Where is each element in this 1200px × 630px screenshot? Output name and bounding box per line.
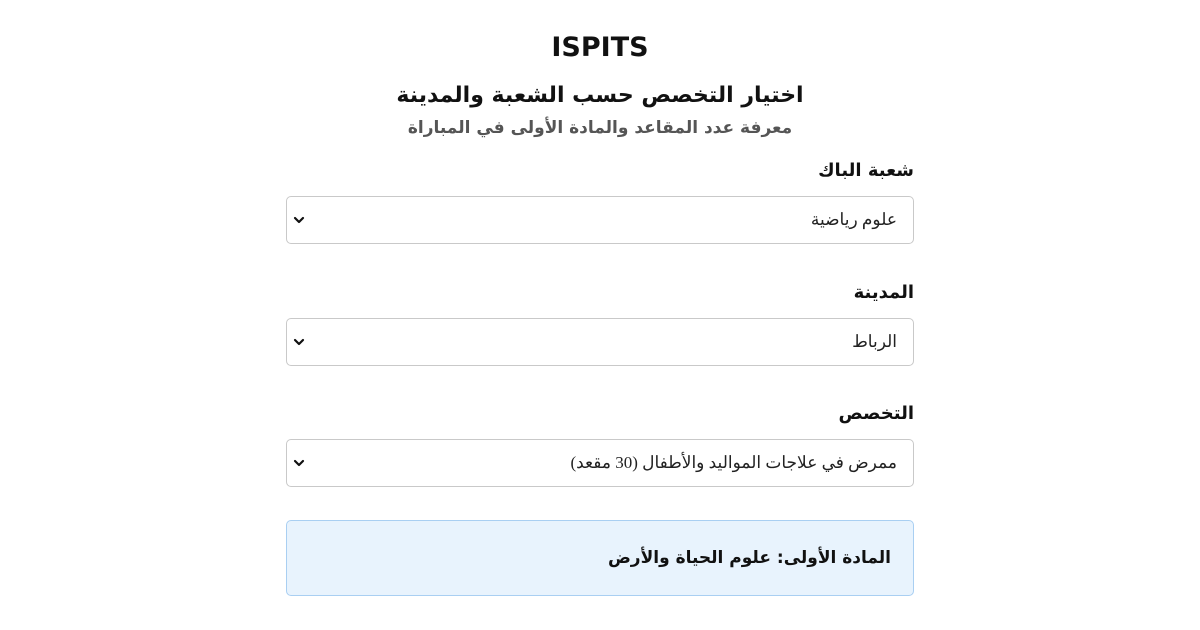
page-heading: اختيار التخصص حسب الشعبة والمدينة: [396, 83, 804, 108]
branch-label: شعبة الباك: [818, 160, 914, 181]
page: ISPITS اختيار التخصص حسب الشعبة والمدينة…: [0, 0, 1200, 630]
page-subheading: معرفة عدد المقاعد والمادة الأولى في المب…: [407, 118, 793, 138]
city-select-value: الرباط: [852, 332, 897, 351]
result-box: المادة الأولى: علوم الحياة والأرض: [286, 520, 914, 596]
city-field-group: المدينة الرباط: [286, 280, 914, 366]
chevron-down-icon: [293, 459, 305, 467]
specialty-label: التخصص: [838, 403, 914, 424]
city-label: المدينة: [853, 282, 914, 303]
site-title: ISPITS: [551, 32, 649, 63]
specialty-select-value: ممرض في علاجات المواليد والأطفال (30 مقع…: [570, 453, 897, 472]
specialty-field-group: التخصص ممرض في علاجات المواليد والأطفال …: [286, 401, 914, 487]
first-subject-result: المادة الأولى: علوم الحياة والأرض: [607, 548, 891, 568]
branch-field-group: شعبة الباك علوم رياضية: [286, 158, 914, 244]
branch-select[interactable]: علوم رياضية: [286, 196, 914, 244]
form-container: ISPITS اختيار التخصص حسب الشعبة والمدينة…: [286, 28, 914, 596]
branch-select-value: علوم رياضية: [810, 210, 897, 229]
chevron-down-icon: [293, 216, 305, 224]
specialty-select[interactable]: ممرض في علاجات المواليد والأطفال (30 مقع…: [286, 439, 914, 487]
chevron-down-icon: [293, 338, 305, 346]
city-select[interactable]: الرباط: [286, 318, 914, 366]
